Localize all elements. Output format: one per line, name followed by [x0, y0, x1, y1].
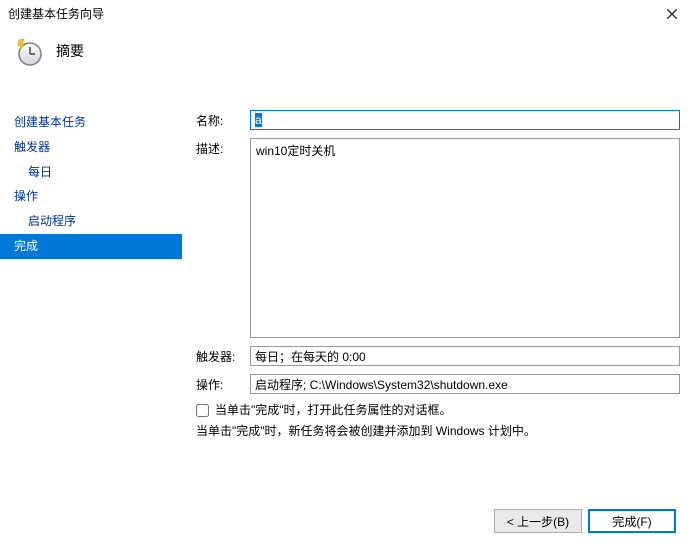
action-label: 操作: [196, 374, 250, 394]
main-panel: 名称: 描述: win10定时关机 触发器: 操作: 当单击"完成"时，打开此任… [182, 76, 700, 466]
name-input[interactable] [250, 110, 680, 130]
close-button[interactable] [652, 0, 692, 28]
sidebar-item-create-task[interactable]: 创建基本任务 [0, 110, 182, 135]
trigger-input [250, 346, 680, 366]
close-icon [667, 9, 677, 19]
open-properties-checkbox-row: 当单击"完成"时，打开此任务属性的对话框。 [196, 402, 680, 419]
action-input [250, 374, 680, 394]
finish-info-text: 当单击"完成"时，新任务将会被创建并添加到 Windows 计划中。 [196, 423, 680, 440]
sidebar-item-start-program[interactable]: 启动程序 [0, 209, 182, 234]
back-button[interactable]: < 上一步(B) [494, 509, 582, 533]
trigger-label: 触发器: [196, 346, 250, 366]
wizard-steps-sidebar: 创建基本任务 触发器 每日 操作 启动程序 完成 [0, 76, 182, 466]
description-textarea[interactable]: win10定时关机 [250, 138, 680, 338]
sidebar-item-finish[interactable]: 完成 [0, 234, 182, 259]
open-properties-label[interactable]: 当单击"完成"时，打开此任务属性的对话框。 [215, 402, 452, 419]
sidebar-item-action[interactable]: 操作 [0, 184, 182, 209]
clock-icon [16, 38, 44, 66]
sidebar-item-daily[interactable]: 每日 [0, 160, 182, 185]
open-properties-checkbox[interactable] [196, 404, 209, 417]
wizard-footer: < 上一步(B) 完成(F) [494, 509, 676, 533]
description-label: 描述: [196, 138, 250, 158]
page-title: 摘要 [56, 42, 84, 62]
wizard-header: 摘要 [0, 28, 700, 76]
content-area: 创建基本任务 触发器 每日 操作 启动程序 完成 名称: 描述: win10定时… [0, 76, 700, 466]
name-label: 名称: [196, 110, 250, 130]
titlebar: 创建基本任务向导 [0, 0, 700, 28]
window-title: 创建基本任务向导 [8, 6, 652, 23]
finish-button[interactable]: 完成(F) [588, 509, 676, 533]
sidebar-item-trigger[interactable]: 触发器 [0, 135, 182, 160]
